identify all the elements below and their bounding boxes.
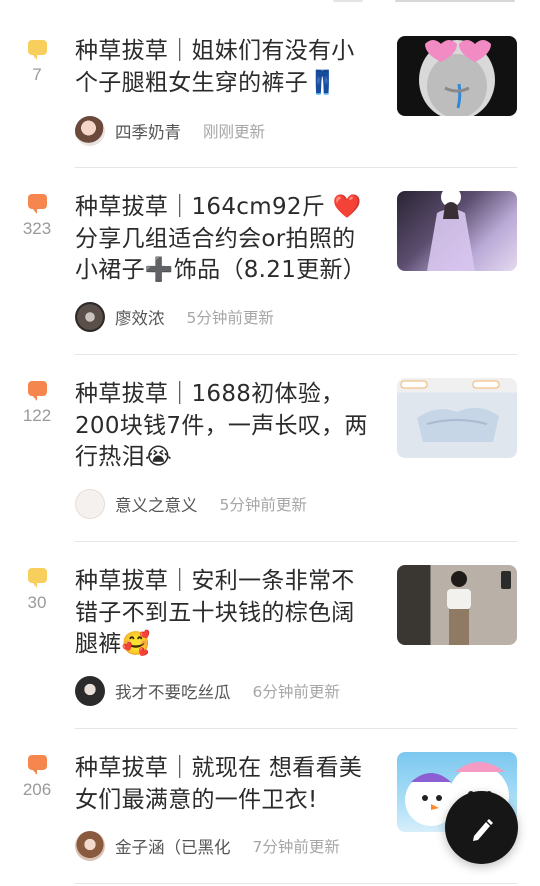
update-time: 7分钟前更新 (252, 838, 340, 856)
previous-thumbnail-edge (395, 0, 515, 2)
reply-count-block: 30 (14, 568, 60, 613)
comment-bubble-icon (27, 568, 47, 588)
reply-count: 30 (27, 593, 47, 612)
post-thumbnail[interactable] (397, 36, 517, 116)
author-avatar[interactable] (75, 831, 105, 861)
post-thumbnail[interactable] (397, 378, 517, 458)
post-title[interactable]: 种草拔草｜1688初体验，200块钱7件，一声长叹，两行热泪😭 (75, 379, 375, 474)
comment-bubble-icon (27, 755, 47, 775)
post-meta: 金子涵（已黑化 7分钟前更新 (75, 831, 340, 861)
comment-bubble-icon (27, 381, 47, 401)
pen-icon (472, 818, 493, 841)
clothes-package-photo (400, 380, 500, 442)
post-title[interactable]: 种草拔草｜姐妹们有没有小个子腿粗女生穿的裤子👖 (75, 36, 375, 99)
post-title[interactable]: 种草拔草｜安利一条非常不错子不到五十块钱的棕色阔腿裤🥰 (75, 566, 375, 661)
reply-count-block: 7 (14, 40, 60, 85)
post-meta: 意义之意义 5分钟前更新 (75, 489, 307, 519)
post-item[interactable]: 323 种草拔草｜164cm92斤 ❤️ 分享几组适合约会or拍照的小裙子➕饰品… (0, 168, 540, 355)
post-divider (75, 883, 517, 884)
reply-count: 323 (22, 219, 52, 238)
author-name[interactable]: 四季奶青 (115, 119, 181, 143)
update-time: 刚刚更新 (203, 123, 266, 141)
update-time: 5分钟前更新 (186, 309, 274, 327)
post-meta: 廖效浓 5分钟前更新 (75, 302, 274, 332)
update-time: 6分钟前更新 (252, 683, 340, 701)
author-name[interactable]: 金子涵（已黑化 (115, 834, 231, 858)
reply-count: 122 (22, 406, 52, 425)
post-thumbnail[interactable] (397, 565, 517, 645)
post-meta: 四季奶青 刚刚更新 (75, 116, 265, 146)
meme-face-image (419, 40, 495, 116)
post-feed: 7 种草拔草｜姐妹们有没有小个子腿粗女生穿的裤子👖 四季奶青 刚刚更新 323 … (0, 14, 540, 884)
author-name[interactable]: 廖效浓 (115, 305, 165, 329)
post-title[interactable]: 种草拔草｜就现在 想看看美女们最满意的一件卫衣! (75, 753, 375, 816)
update-time: 5分钟前更新 (219, 496, 307, 514)
post-title[interactable]: 种草拔草｜164cm92斤 ❤️ 分享几组适合约会or拍照的小裙子➕饰品（8.2… (75, 192, 375, 287)
reply-count: 206 (22, 780, 52, 799)
reply-count-block: 206 (14, 755, 60, 800)
author-name[interactable]: 意义之意义 (115, 492, 198, 516)
reply-count-block: 323 (14, 194, 60, 239)
post-meta: 我才不要吃丝瓜 6分钟前更新 (75, 676, 340, 706)
post-thumbnail[interactable] (397, 191, 517, 271)
author-avatar[interactable] (75, 489, 105, 519)
author-avatar[interactable] (75, 302, 105, 332)
comment-bubble-icon (27, 40, 47, 60)
post-item[interactable]: 122 种草拔草｜1688初体验，200块钱7件，一声长叹，两行热泪😭 意义之意… (0, 355, 540, 542)
reply-count: 7 (32, 65, 42, 84)
previous-post-divider-fragment (333, 0, 363, 2)
post-item[interactable]: 7 种草拔草｜姐妹们有没有小个子腿粗女生穿的裤子👖 四季奶青 刚刚更新 (0, 14, 540, 168)
previous-post-edge (0, 0, 540, 12)
mirror-selfie-photo (447, 571, 511, 645)
purple-dress-photo (427, 191, 475, 271)
post-item[interactable]: 30 种草拔草｜安利一条非常不错子不到五十块钱的棕色阔腿裤🥰 我才不要吃丝瓜 6… (0, 542, 540, 729)
author-avatar[interactable] (75, 676, 105, 706)
comment-bubble-icon (27, 194, 47, 214)
author-name[interactable]: 我才不要吃丝瓜 (115, 679, 231, 703)
author-avatar[interactable] (75, 116, 105, 146)
reply-count-block: 122 (14, 381, 60, 426)
compose-button[interactable] (445, 791, 518, 864)
